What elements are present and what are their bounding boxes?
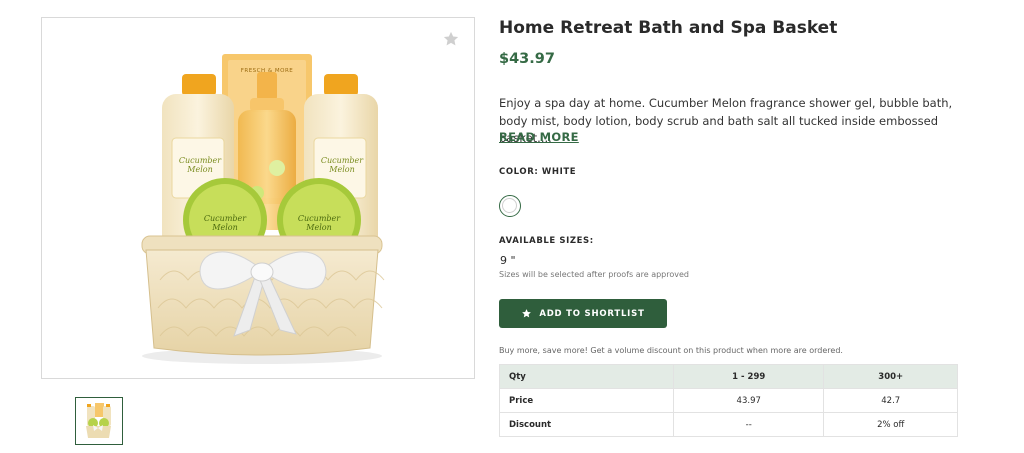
sizes-label: AVAILABLE SIZES: — [499, 236, 594, 246]
price-tier-2: 42.7 — [823, 388, 958, 413]
add-to-shortlist-button[interactable]: ADD TO SHORTLIST — [499, 299, 667, 328]
price-tier-1: 43.97 — [672, 388, 825, 413]
discount-tier-2: 2% off — [823, 412, 958, 437]
product-price: $43.97 — [499, 51, 555, 67]
discount-tier-1: -- — [672, 412, 825, 437]
header-tier-1: 1 - 299 — [672, 364, 825, 389]
volume-discount-note: Buy more, save more! Get a volume discou… — [499, 346, 843, 355]
brand-label: FRESCH & MORE — [240, 68, 294, 74]
favorite-star-icon[interactable] — [442, 30, 460, 48]
sizes-note: Sizes will be selected after proofs are … — [499, 270, 689, 279]
table-row: Discount -- 2% off — [499, 412, 958, 437]
table-header-row: Qty 1 - 299 300+ — [499, 364, 958, 389]
header-qty: Qty — [499, 364, 674, 389]
bottle-label-right: Cucumber Melon — [320, 156, 364, 174]
row-label-discount: Discount — [499, 412, 674, 437]
table-row: Price 43.97 42.7 — [499, 388, 958, 413]
product-title: Home Retreat Bath and Spa Basket — [499, 18, 838, 38]
color-swatch-white[interactable] — [499, 195, 521, 217]
volume-discount-table: Qty 1 - 299 300+ Price 43.97 42.7 Discou… — [499, 364, 958, 437]
thumbnail-image[interactable] — [75, 397, 123, 445]
add-to-shortlist-label: ADD TO SHORTLIST — [539, 308, 645, 319]
row-label-price: Price — [499, 388, 674, 413]
read-more-link[interactable]: READ MORE — [499, 130, 579, 144]
size-value: 9 " — [500, 254, 516, 267]
swatch-fill — [502, 198, 517, 213]
color-label: COLOR: WHITE — [499, 167, 577, 177]
jar-label-right: Cucumber Melon — [297, 214, 341, 232]
header-tier-2: 300+ — [823, 364, 958, 389]
bottle-label-left: Cucumber Melon — [178, 156, 222, 174]
thumbnail-photo — [86, 403, 111, 438]
jar-label-left: Cucumber Melon — [203, 214, 247, 232]
star-icon — [522, 309, 532, 318]
main-product-image[interactable]: Cucumber Melon Cucumber Melon Cucumber M… — [41, 17, 475, 379]
